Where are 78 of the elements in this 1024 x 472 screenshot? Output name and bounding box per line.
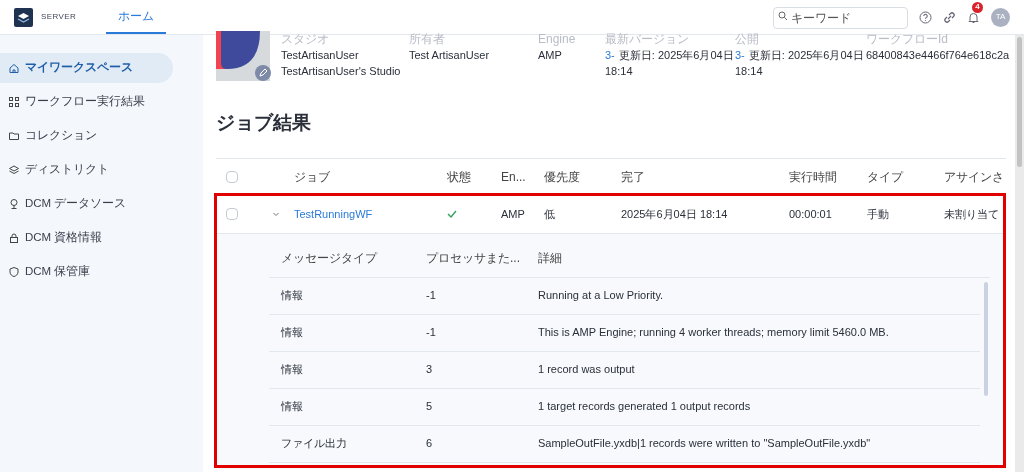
column-header: ジョブ <box>294 168 331 186</box>
column-header: 詳細 <box>537 250 563 267</box>
column-header: En... <box>501 168 527 186</box>
field-label: スタジオ <box>281 31 330 47</box>
notification-badge: 4 <box>972 1 983 13</box>
column-header: メッセージタイプ <box>280 250 379 267</box>
pin-icon <box>8 198 20 210</box>
field-value: 18:14 <box>605 64 633 79</box>
field-value: 更新日: 2025年6月04日 <box>618 48 734 63</box>
column-header: 完了 <box>621 168 646 186</box>
table-cell-text: 情報 <box>280 362 304 378</box>
table-cell-text: 情報 <box>280 288 304 304</box>
field-label: 所有者 <box>409 31 446 47</box>
search-icon <box>778 11 788 21</box>
table-cell-text: ファイル出力 <box>280 436 348 452</box>
table-cell-text: 1 target records generated 1 output records <box>537 399 752 415</box>
sidebar-item[interactable]: DCM データソース <box>0 189 173 219</box>
layers-icon <box>8 164 20 176</box>
column-header: アサインさ <box>944 168 1004 186</box>
column-header: 実行時間 <box>789 168 838 186</box>
field-value: 18:14 <box>735 64 763 79</box>
link-icon[interactable] <box>943 10 956 24</box>
sidebar-item[interactable]: ワークフロー実行結果 <box>0 87 173 117</box>
edit-icon[interactable] <box>255 65 271 81</box>
logo-icon <box>14 7 33 27</box>
help-icon[interactable] <box>919 10 932 24</box>
lock-icon <box>8 232 20 244</box>
folder-icon <box>8 130 20 142</box>
field-value: TestArtisanUser <box>281 48 359 63</box>
nodes-icon <box>8 96 20 108</box>
field-value: 更新日: 2025年6月04日 <box>748 48 864 63</box>
sidebar-item[interactable]: DCM 資格情報 <box>0 223 173 253</box>
table-cell-text: 3 <box>425 362 434 378</box>
field-label: 最新バージョン <box>605 31 690 47</box>
table-cell-text: 2025年6月04日 18:14 <box>621 206 729 222</box>
table-cell-text: AMP <box>501 206 526 222</box>
table-cell-text: SampleOutFile.yxdb|1 records were written to "SampleOutFile.yxdb" <box>537 436 872 452</box>
field-label: 公開 <box>735 31 760 47</box>
table-cell-text: -1 <box>425 325 437 341</box>
chevron-down-icon[interactable] <box>272 210 280 218</box>
table-cell-text: 1 record was output <box>537 362 636 378</box>
table-cell-text: 00:00:01 <box>789 206 833 222</box>
logo-text: SERVER <box>41 11 77 23</box>
sidebar-item[interactable]: ディストリクト <box>0 155 173 185</box>
field-label: Engine <box>538 31 577 47</box>
table-cell-text: 手動 <box>867 206 890 222</box>
shield-icon <box>8 266 20 278</box>
table-cell-text: 未割り当て <box>944 206 1000 222</box>
table-cell-text: 情報 <box>280 399 304 415</box>
scrollbar-thumb[interactable] <box>984 281 988 396</box>
sidebar-item[interactable]: マイワークスペース <box>0 53 173 83</box>
bell-icon[interactable] <box>967 10 980 24</box>
table-cell-text: -1 <box>425 288 437 304</box>
table-cell-text: 5 <box>425 399 434 415</box>
table-cell-text: 低 <box>544 206 556 222</box>
table-cell-text: This is AMP Engine; running 4 worker threads; memory limit 5460.0 MB. <box>537 325 890 341</box>
column-header: 状態 <box>447 168 472 186</box>
column-header: タイプ <box>867 168 905 186</box>
sidebar-item[interactable]: コレクション <box>0 121 173 151</box>
column-header: プロセッサまた... <box>425 250 521 267</box>
home-icon <box>8 62 20 74</box>
sidebar-item[interactable]: DCM 保管庫 <box>0 257 173 287</box>
row-checkbox[interactable] <box>226 208 238 220</box>
job-link[interactable]: TestRunningWF <box>294 205 447 223</box>
studio-image <box>216 31 270 81</box>
version-link[interactable]: 3- <box>605 47 615 63</box>
field-value: 68400843e4466f764e618c2a <box>866 48 1010 63</box>
version-link[interactable]: 3- <box>735 47 745 63</box>
column-header: 優先度 <box>544 168 581 186</box>
table-cell-text: 6 <box>425 436 434 452</box>
field-value: TestArtisanUser's Studio <box>281 64 401 79</box>
select-all-checkbox[interactable] <box>226 170 238 183</box>
section-title: ジョブ結果 <box>216 111 312 135</box>
search-field[interactable]: キーワード <box>773 7 908 29</box>
field-value: Test ArtisanUser <box>409 48 490 63</box>
table-cell-text: 情報 <box>280 325 304 341</box>
table-cell-text: Running at a Low Priority. <box>537 288 665 304</box>
field-value: AMP <box>538 48 562 63</box>
